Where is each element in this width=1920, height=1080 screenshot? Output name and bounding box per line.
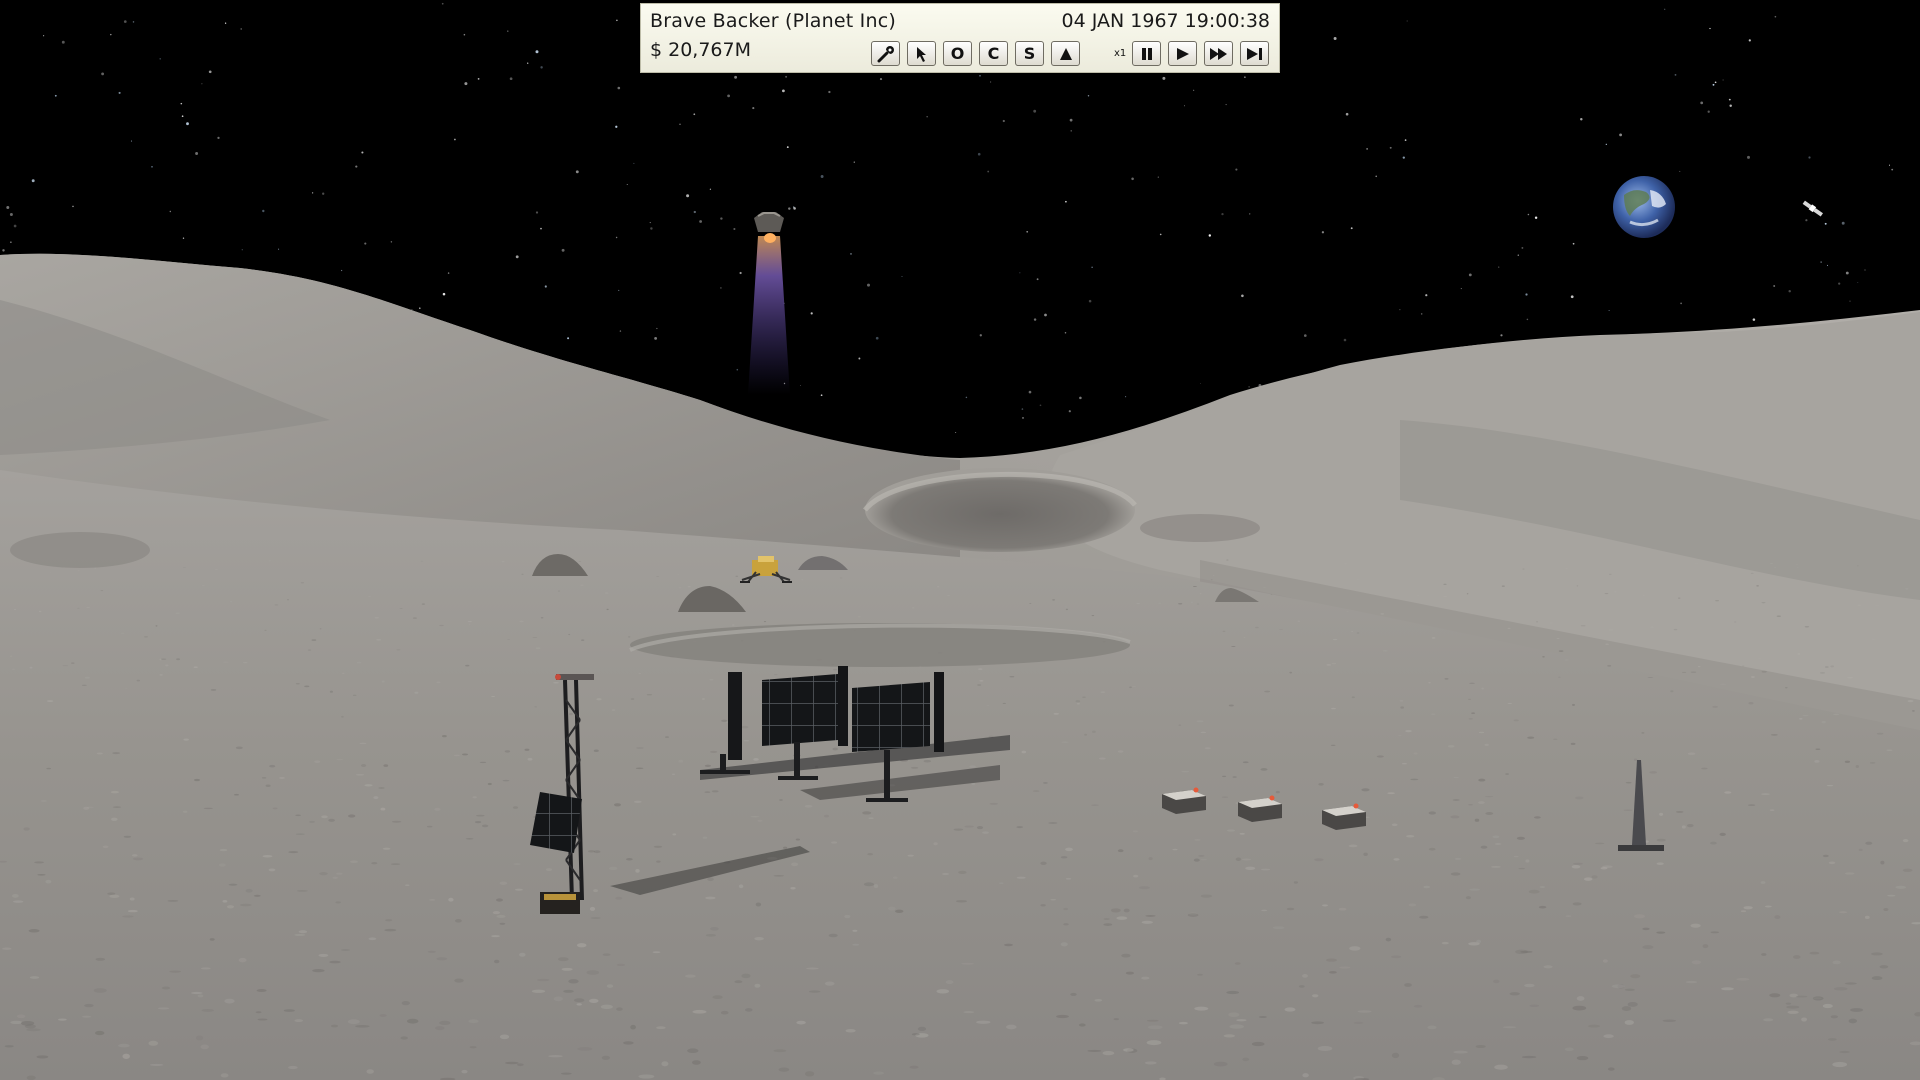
crater-small-left — [10, 532, 150, 568]
play-icon — [1174, 46, 1192, 62]
fast-forward-button[interactable] — [1204, 41, 1233, 66]
crater-large — [865, 468, 1135, 552]
company-name: Brave Backer (Planet Inc) — [650, 10, 896, 32]
cursor-icon — [914, 45, 930, 63]
speed-indicator: x1 — [1114, 48, 1126, 59]
skip-to-end-icon — [1245, 46, 1265, 62]
fast-forward-icon — [1209, 46, 1229, 62]
game-date-time: 04 JAN 1967 19:00:38 — [1062, 10, 1270, 32]
c-button[interactable]: C — [979, 41, 1008, 66]
wrench-icon — [877, 45, 895, 63]
cursor-button[interactable] — [907, 41, 936, 66]
pause-icon — [1139, 46, 1155, 62]
o-button[interactable]: O — [943, 41, 972, 66]
triangle-up-icon — [1058, 46, 1074, 62]
triangle-button[interactable] — [1051, 41, 1080, 66]
s-button[interactable]: S — [1015, 41, 1044, 66]
wrench-button[interactable] — [871, 41, 900, 66]
crater-front — [630, 623, 1130, 667]
pause-button[interactable] — [1132, 41, 1161, 66]
play-button[interactable] — [1168, 41, 1197, 66]
money-balance: $ 20,767M — [650, 39, 751, 61]
skip-to-end-button[interactable] — [1240, 41, 1269, 66]
top-status-bar: Brave Backer (Planet Inc) 04 JAN 1967 19… — [640, 3, 1280, 73]
earth — [1613, 176, 1675, 238]
lunar-scene — [0, 0, 1920, 1080]
crater-small-mid — [1140, 514, 1260, 542]
